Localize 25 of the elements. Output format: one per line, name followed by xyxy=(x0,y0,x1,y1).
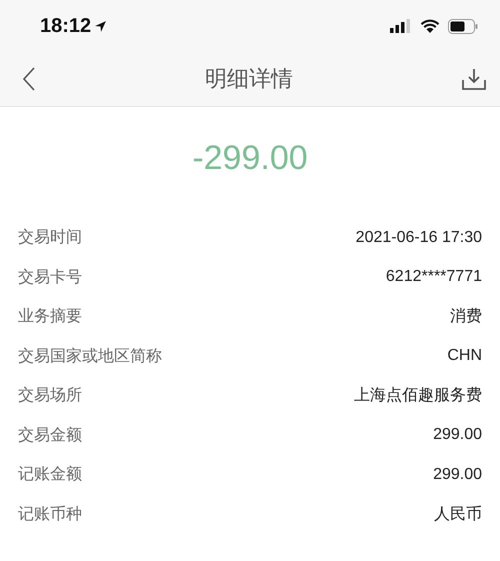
detail-value: 2021-06-16 17:30 xyxy=(356,228,482,247)
detail-label: 交易金额 xyxy=(18,426,82,446)
signal-icon xyxy=(390,19,412,33)
detail-label: 交易卡号 xyxy=(18,268,82,288)
detail-value: 299.00 xyxy=(433,466,482,484)
detail-value: 上海点佰趣服务费 xyxy=(354,386,482,406)
detail-label: 交易国家或地区简称 xyxy=(18,346,162,367)
location-arrow-icon xyxy=(94,20,108,32)
detail-label: 交易时间 xyxy=(18,228,82,248)
detail-label: 交易场所 xyxy=(18,386,82,406)
detail-value: CHN xyxy=(447,347,482,366)
wifi-icon xyxy=(420,19,440,33)
back-icon[interactable] xyxy=(22,67,36,91)
page-title: 明细详情 xyxy=(205,65,293,93)
detail-label: 记账币种 xyxy=(18,504,82,525)
detail-label: 记账金额 xyxy=(18,464,82,486)
detail-value: 人民币 xyxy=(434,504,482,525)
detail-value: 6212****7771 xyxy=(386,268,482,286)
detail-label: 业务摘要 xyxy=(18,306,82,328)
status-time: 18:12 xyxy=(40,14,92,38)
detail-value: 299.00 xyxy=(433,426,482,444)
battery-icon xyxy=(448,18,478,34)
amount: -299.00 xyxy=(191,138,309,179)
detail-value: 消费 xyxy=(450,306,482,328)
download-icon[interactable] xyxy=(462,68,486,90)
